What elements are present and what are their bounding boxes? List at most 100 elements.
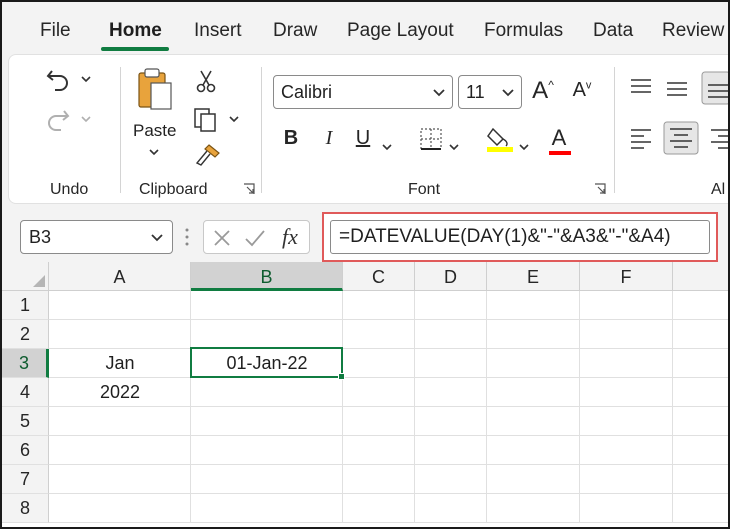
grid-cell[interactable] <box>191 320 343 349</box>
font-size-dropdown[interactable]: 11 <box>458 75 522 109</box>
column-header-c[interactable]: C <box>343 262 415 291</box>
undo-dropdown-chevron-icon[interactable] <box>81 75 91 83</box>
grid-cell[interactable] <box>487 378 580 407</box>
grid-cell[interactable] <box>487 291 580 320</box>
grid-cell[interactable] <box>580 494 673 523</box>
grid-cell[interactable] <box>49 436 191 465</box>
fill-color-dropdown-chevron-icon[interactable] <box>519 143 529 151</box>
grid-cell[interactable] <box>415 465 487 494</box>
name-box[interactable]: B3 <box>20 220 173 254</box>
cut-icon[interactable] <box>195 69 217 93</box>
grid-cell[interactable] <box>415 407 487 436</box>
column-header-e[interactable]: E <box>487 262 580 291</box>
grid-cell[interactable] <box>673 465 728 494</box>
grid-cell[interactable] <box>673 291 728 320</box>
grid-cell[interactable] <box>487 436 580 465</box>
grid-cell[interactable] <box>343 436 415 465</box>
grid-cell[interactable] <box>673 494 728 523</box>
row-header-4[interactable]: 4 <box>2 378 49 407</box>
grid-cell[interactable] <box>49 465 191 494</box>
grid-cell[interactable] <box>673 320 728 349</box>
copy-icon[interactable] <box>193 107 219 133</box>
borders-icon[interactable] <box>419 127 443 151</box>
grid-cell[interactable] <box>343 349 415 378</box>
grid-cell[interactable] <box>487 465 580 494</box>
align-left-icon[interactable] <box>629 127 653 149</box>
cell-a4[interactable]: 2022 <box>49 378 191 407</box>
font-dialog-launcher-icon[interactable] <box>594 183 606 195</box>
align-bottom-icon[interactable] <box>701 71 728 105</box>
grid-cell[interactable] <box>415 320 487 349</box>
grid-cell[interactable] <box>49 407 191 436</box>
tab-formulas[interactable]: Formulas <box>484 20 563 42</box>
grid-cell[interactable] <box>49 320 191 349</box>
grid-cell[interactable] <box>191 378 343 407</box>
align-right-icon[interactable] <box>709 127 728 149</box>
column-header-a[interactable]: A <box>49 262 191 291</box>
tab-home[interactable]: Home <box>109 20 162 42</box>
grid-cell[interactable] <box>415 378 487 407</box>
fill-color-icon[interactable] <box>485 123 515 153</box>
align-center-icon[interactable] <box>663 121 699 155</box>
grid-cell[interactable] <box>343 320 415 349</box>
undo-icon[interactable] <box>45 67 71 91</box>
copy-dropdown-chevron-icon[interactable] <box>229 115 239 123</box>
select-all-button[interactable] <box>2 262 49 291</box>
grid-cell[interactable] <box>580 407 673 436</box>
grid-cell[interactable] <box>49 291 191 320</box>
tab-draw[interactable]: Draw <box>273 20 317 42</box>
row-header-2[interactable]: 2 <box>2 320 49 349</box>
grid-cell[interactable] <box>487 320 580 349</box>
paste-icon[interactable] <box>135 67 175 113</box>
increase-font-size-button[interactable]: A^ <box>529 77 557 105</box>
grid-cell[interactable] <box>673 378 728 407</box>
row-header-1[interactable]: 1 <box>2 291 49 320</box>
tab-data[interactable]: Data <box>593 20 633 42</box>
grid-cell[interactable] <box>673 407 728 436</box>
underline-dropdown-chevron-icon[interactable] <box>382 143 392 151</box>
grid-cell[interactable] <box>673 349 728 378</box>
fill-handle[interactable] <box>338 373 345 380</box>
grid-cell[interactable] <box>415 436 487 465</box>
tab-review[interactable]: Review <box>662 20 724 42</box>
tab-insert[interactable]: Insert <box>194 20 242 42</box>
tab-file[interactable]: File <box>40 20 71 42</box>
grid-cell[interactable] <box>191 407 343 436</box>
paste-dropdown-chevron-icon[interactable] <box>149 148 159 156</box>
align-top-icon[interactable] <box>629 77 653 99</box>
insert-function-button[interactable]: fx <box>282 224 298 250</box>
row-header-6[interactable]: 6 <box>2 436 49 465</box>
grid-cell[interactable] <box>487 407 580 436</box>
paste-button-label[interactable]: Paste <box>133 121 176 141</box>
grid-cell[interactable] <box>343 465 415 494</box>
grid-cell[interactable] <box>191 436 343 465</box>
row-header-8[interactable]: 8 <box>2 494 49 523</box>
formula-input[interactable]: =DATEVALUE(DAY(1)&"-"&A3&"-"&A4) <box>330 220 710 254</box>
italic-button[interactable]: I <box>315 127 343 150</box>
grid-cell[interactable] <box>49 494 191 523</box>
cancel-icon[interactable] <box>212 228 232 248</box>
grid-cell[interactable] <box>487 349 580 378</box>
grid-cell[interactable] <box>343 378 415 407</box>
grid-cell[interactable] <box>191 494 343 523</box>
row-header-3[interactable]: 3 <box>2 349 49 378</box>
grid-cell[interactable] <box>343 494 415 523</box>
font-name-dropdown[interactable]: Calibri <box>273 75 453 109</box>
grid-cell[interactable] <box>415 349 487 378</box>
align-middle-icon[interactable] <box>665 77 689 101</box>
grid-cell[interactable] <box>415 291 487 320</box>
format-painter-icon[interactable] <box>195 143 221 167</box>
grid-cell[interactable] <box>580 349 673 378</box>
clipboard-dialog-launcher-icon[interactable] <box>243 183 255 195</box>
grid-cell[interactable] <box>580 320 673 349</box>
borders-dropdown-chevron-icon[interactable] <box>449 143 459 151</box>
tab-page-layout[interactable]: Page Layout <box>347 20 454 42</box>
cell-a3[interactable]: Jan <box>49 349 191 378</box>
redo-icon[interactable] <box>45 107 71 131</box>
grid-cell[interactable] <box>191 465 343 494</box>
grid-cell[interactable] <box>487 494 580 523</box>
enter-check-icon[interactable] <box>244 228 266 248</box>
row-header-5[interactable]: 5 <box>2 407 49 436</box>
column-header-f[interactable]: F <box>580 262 673 291</box>
grid-cell[interactable] <box>580 291 673 320</box>
